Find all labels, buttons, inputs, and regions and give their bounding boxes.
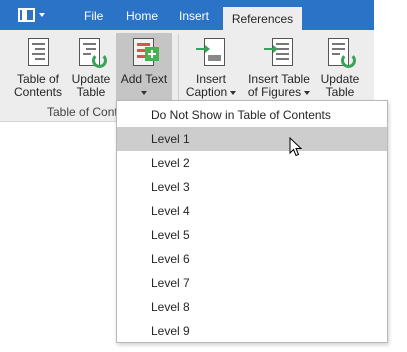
- table-of-contents-label-2: Contents: [13, 85, 63, 99]
- menu-item-do-not-show[interactable]: Do Not Show in Table of Contents: [117, 103, 387, 127]
- tab-insert[interactable]: Insert: [179, 9, 209, 23]
- menu-item-level-7[interactable]: Level 7: [117, 271, 387, 295]
- chevron-down-icon: [39, 13, 45, 17]
- insert-caption-label-2: Caption: [185, 85, 228, 99]
- add-text-dropdown-menu: Do Not Show in Table of Contents Level 1…: [116, 100, 388, 343]
- tab-file[interactable]: File: [84, 9, 103, 23]
- insert-caption-button[interactable]: Insert Caption: [184, 33, 238, 103]
- menu-item-level-2[interactable]: Level 2: [117, 151, 387, 175]
- insert-table-of-figures-icon: [263, 36, 295, 68]
- update-table-icon: [75, 36, 107, 68]
- menu-item-level-4[interactable]: Level 4: [117, 199, 387, 223]
- mouse-pointer-icon: [289, 137, 303, 157]
- table-of-contents-icon: [22, 36, 54, 68]
- chevron-down-icon: [304, 90, 311, 95]
- menu-item-level-6[interactable]: Level 6: [117, 247, 387, 271]
- add-text-label: Add Text: [120, 72, 168, 86]
- update-table-of-figures-button[interactable]: Update Table: [318, 33, 362, 103]
- group-label-table-of-contents: Table of Conte: [47, 105, 125, 119]
- update-table-icon: [324, 36, 356, 68]
- update-table-button[interactable]: Update Table: [68, 33, 114, 103]
- tab-references[interactable]: References: [223, 7, 302, 31]
- menu-item-level-1[interactable]: Level 1: [117, 127, 387, 151]
- update-table-2-label-2: Table: [325, 85, 355, 99]
- chevron-down-icon: [140, 90, 147, 95]
- update-table-label-2: Table: [76, 85, 106, 99]
- menu-item-level-5[interactable]: Level 5: [117, 223, 387, 247]
- ribbon-tab-bar: File Home Insert: [0, 0, 374, 30]
- app-menu-icon: [18, 8, 35, 22]
- add-text-icon: [128, 36, 160, 68]
- tab-home[interactable]: Home: [126, 9, 158, 23]
- table-of-contents-button[interactable]: Table of Contents: [12, 33, 64, 103]
- menu-item-level-9[interactable]: Level 9: [117, 319, 387, 343]
- insert-table-of-figures-button[interactable]: Insert Table of Figures: [244, 33, 314, 103]
- insert-table-of-figures-label-2: of Figures: [247, 85, 302, 99]
- menu-item-level-3[interactable]: Level 3: [117, 175, 387, 199]
- add-text-button[interactable]: Add Text: [116, 33, 172, 103]
- application-menu-button[interactable]: [18, 5, 54, 25]
- menu-item-level-8[interactable]: Level 8: [117, 295, 387, 319]
- chevron-down-icon: [230, 90, 237, 95]
- insert-caption-icon: [195, 36, 227, 68]
